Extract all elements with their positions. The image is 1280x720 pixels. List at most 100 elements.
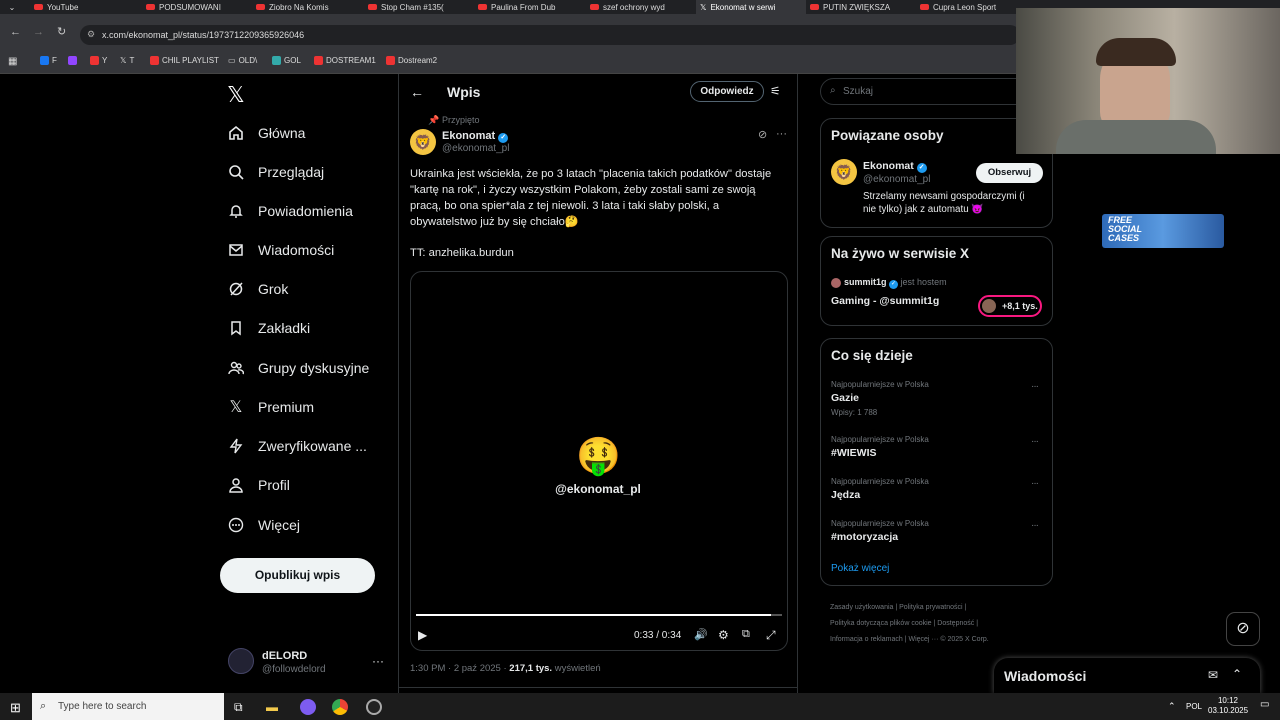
pinned-label: Przypięto	[442, 115, 480, 125]
notifications-icon[interactable]: ▭	[1260, 699, 1269, 710]
bookmark-chil-playlist[interactable]: CHIL PLAYLIST	[150, 56, 219, 65]
publish-post-button[interactable]: Opublikuj wpis	[220, 558, 375, 593]
tab-list-button[interactable]: ⌄	[4, 0, 20, 14]
more-icon[interactable]: ···	[1031, 436, 1039, 447]
footer-link[interactable]: Dostępność	[937, 620, 974, 627]
volume-icon[interactable]: 🔊	[694, 628, 708, 641]
youtube-icon	[368, 4, 377, 10]
bookmark-y[interactable]: Y	[90, 56, 107, 65]
trend-name[interactable]: #motoryzacja	[831, 531, 898, 543]
nav-home[interactable]: Główna	[228, 119, 305, 147]
related-name[interactable]: Ekonomat ✓	[863, 160, 927, 173]
bookmark-dostream2[interactable]: Dostream2	[386, 56, 437, 65]
site-info-icon[interactable]: ⚙	[87, 29, 95, 40]
footer-link[interactable]: Zasady użytkowania	[830, 604, 893, 611]
clock[interactable]: 10:12 03.10.2025	[1208, 696, 1248, 716]
author-name[interactable]: Ekonomat ✓	[442, 130, 509, 143]
post-meta: 1:30 PM · 2 paź 2025 · 217,1 tys. wyświe…	[410, 663, 601, 674]
input-language[interactable]: POL	[1186, 702, 1202, 711]
file-explorer-icon[interactable]: ▬	[266, 700, 278, 714]
live-card: Na żywo w serwisie X summit1g ✓ jest hos…	[820, 236, 1053, 326]
more-icon[interactable]: ···	[776, 128, 787, 140]
divider	[398, 687, 798, 688]
nav-messages[interactable]: Wiadomości	[228, 236, 334, 264]
live-title[interactable]: Gaming - @summit1g	[831, 295, 939, 307]
taskbar-search[interactable]: ⌕ Type here to search	[32, 693, 224, 720]
nav-profile[interactable]: Profil	[228, 471, 290, 499]
x-logo-icon[interactable]: 𝕏	[227, 82, 245, 108]
footer-link[interactable]: Więcej ···	[908, 636, 938, 643]
profile-icon	[228, 477, 244, 493]
trend-name[interactable]: Gazie	[831, 392, 859, 404]
webcam-body	[1056, 120, 1216, 154]
reply-button[interactable]: Odpowiedz	[690, 81, 764, 102]
tab-6[interactable]: szef ochrony wyd	[590, 0, 696, 14]
pip-icon[interactable]: ⧉	[742, 628, 750, 641]
tab-2[interactable]: PODSUMOWANI	[146, 0, 256, 14]
more-icon[interactable]: ···	[1031, 478, 1039, 489]
follow-button[interactable]: Obserwuj	[976, 163, 1043, 183]
task-view-icon[interactable]: ⧉	[234, 700, 243, 715]
obs-icon[interactable]	[366, 699, 382, 715]
account-menu-icon[interactable]: ···	[372, 654, 384, 668]
bookmark-t[interactable]: 𝕏T	[120, 56, 134, 65]
nav-verified-orgs[interactable]: Zweryfikowane ...	[228, 432, 367, 460]
nav-bookmarks[interactable]: Zakładki	[228, 314, 310, 342]
footer-link[interactable]: Polityka dotycząca plików cookie	[830, 620, 932, 627]
back-icon[interactable]: ←	[10, 26, 21, 38]
bookmark-folder[interactable]: ▭ OLD\	[228, 56, 257, 65]
nav-more[interactable]: Więcej	[228, 511, 300, 539]
app-icon[interactable]	[300, 699, 316, 715]
avatar[interactable]: 🦁	[831, 159, 857, 185]
nav-premium[interactable]: 𝕏 Premium	[228, 393, 314, 421]
forward-icon[interactable]: →	[33, 26, 44, 38]
windows-start-icon[interactable]: ⊞	[10, 700, 21, 716]
trend-context: Najpopularniejsze w Polska	[831, 519, 929, 528]
tab-3[interactable]: Ziobro Na Komis	[256, 0, 366, 14]
url-field[interactable]: ⚙ x.com/ekonomat_pl/status/19737122093659…	[80, 25, 1020, 45]
apps-icon[interactable]: ▦	[8, 56, 17, 67]
more-icon[interactable]: ···	[1031, 520, 1039, 531]
nav-notifications[interactable]: Powiadomienia	[228, 197, 353, 225]
search-input[interactable]: ⌕ Szukaj	[820, 78, 1030, 105]
bookmark-dostream1[interactable]: DOSTREAM1	[314, 56, 376, 65]
avatar[interactable]	[228, 648, 254, 674]
tab-4[interactable]: Stop Cham #135(	[368, 0, 478, 14]
back-arrow-icon[interactable]: ←	[410, 84, 424, 100]
nav-communities[interactable]: Grupy dyskusyjne	[228, 354, 369, 382]
nav-grok[interactable]: Grok	[228, 275, 288, 303]
trend-name[interactable]: #WIEWIS	[831, 447, 877, 459]
bookmark-gol[interactable]: GOL	[272, 56, 301, 65]
new-message-icon[interactable]: ✉	[1208, 668, 1218, 682]
tab-youtube[interactable]: YouTube	[34, 0, 134, 14]
tab-active[interactable]: 𝕏 Ekonomat w serwi	[696, 0, 806, 14]
messages-drawer[interactable]: Wiadomości ✉ ⌃	[994, 658, 1260, 694]
show-more-link[interactable]: Pokaż więcej	[831, 563, 889, 574]
play-icon[interactable]: ▶	[418, 628, 427, 642]
fullscreen-icon[interactable]: ⤢	[766, 628, 776, 643]
youtube-icon	[478, 4, 487, 10]
expand-icon[interactable]: ⌃	[1232, 667, 1242, 681]
trend-name[interactable]: Jędza	[831, 489, 860, 501]
grok-floating-button[interactable]: ⊘	[1226, 612, 1260, 646]
tab-5[interactable]: Paulina From Dub	[478, 0, 588, 14]
footer-link[interactable]: Polityka prywatności	[899, 604, 962, 611]
tab-9[interactable]: Cupra Leon Sport	[920, 0, 1020, 14]
author-avatar[interactable]: 🦁	[410, 129, 436, 155]
chrome-icon[interactable]	[332, 699, 348, 715]
trend-posts: Wpisy: 1 788	[831, 408, 878, 417]
ad-banner[interactable]: FREE SOCIAL CASES	[1102, 214, 1224, 248]
live-listeners-badge[interactable]: +8,1 tys.	[978, 295, 1042, 317]
footer-link[interactable]: Informacja o reklamach	[830, 636, 903, 643]
tab-8[interactable]: PUTIN ZWIĘKSZA	[810, 0, 914, 14]
bookmark-f[interactable]: F	[40, 56, 57, 65]
trend-context: Najpopularniejsze w Polska	[831, 477, 929, 486]
nav-explore[interactable]: Przeglądaj	[228, 158, 324, 186]
settings-icon[interactable]: ⚙	[718, 628, 729, 642]
grok-icon[interactable]: ⊘	[758, 128, 767, 141]
more-icon[interactable]: ···	[1031, 381, 1039, 392]
tray-chevron-icon[interactable]: ⌃	[1168, 701, 1176, 712]
settings-sliders-icon[interactable]: ⚟	[770, 84, 781, 98]
reload-icon[interactable]: ↻	[57, 25, 66, 38]
bookmark-twitch[interactable]	[68, 56, 77, 65]
